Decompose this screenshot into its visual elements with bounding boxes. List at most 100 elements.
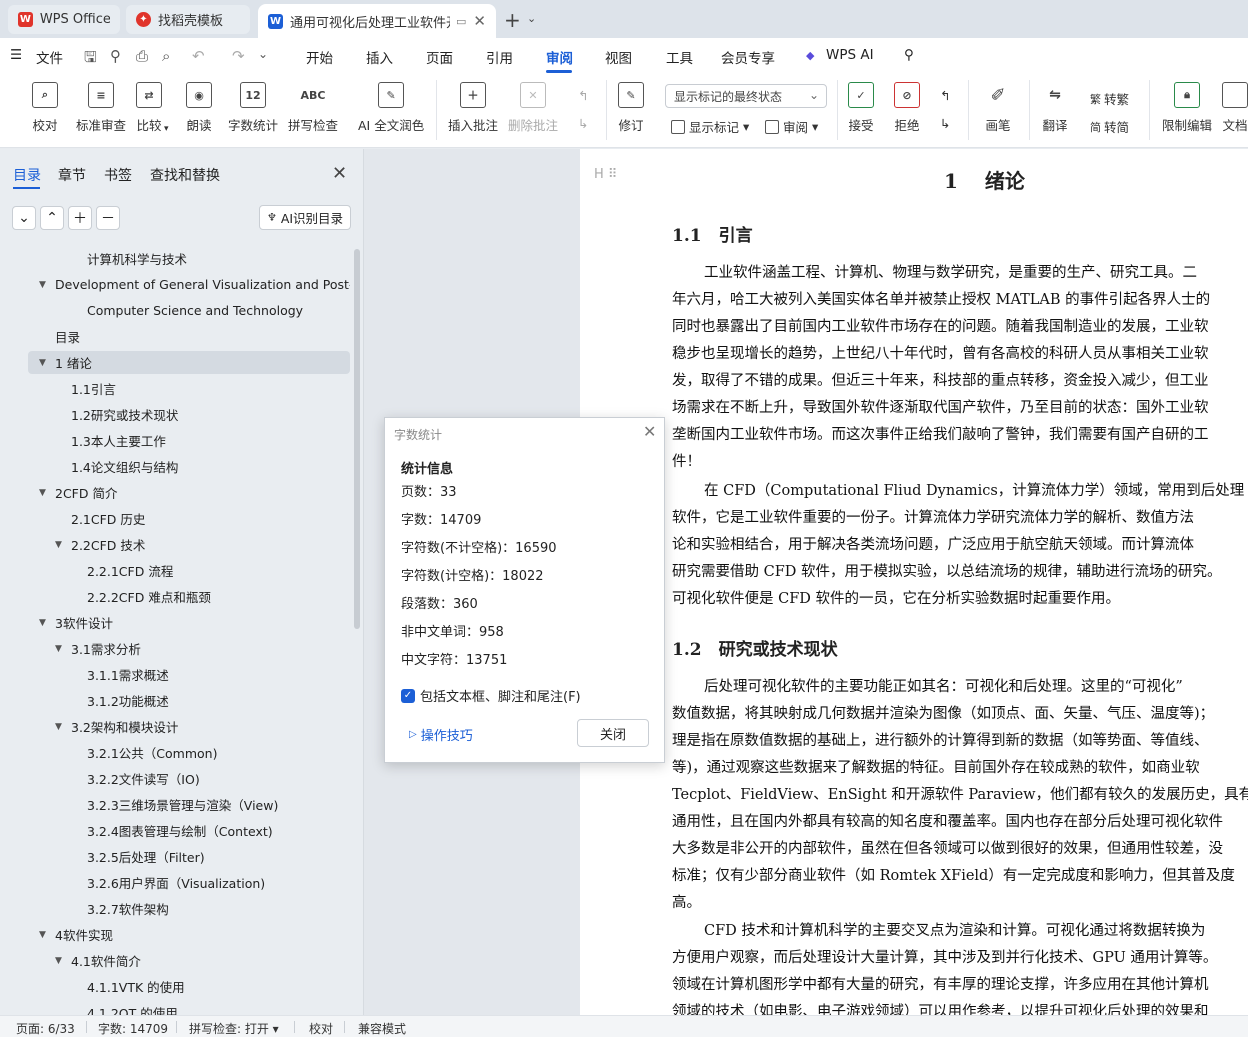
hamburger-icon[interactable]: ☰ [10, 47, 22, 63]
toc-item[interactable]: ▼ 2.2CFD 技术 [28, 533, 350, 556]
close-icon[interactable]: ✕ [643, 422, 656, 441]
toc-item[interactable]: 3.2.4图表管理与绘制（Context) [28, 819, 350, 842]
menu-membership[interactable]: 会员专享 [721, 47, 775, 67]
proofread-status[interactable]: 校对 [309, 1020, 333, 1037]
menu-file[interactable]: 文件 [36, 47, 63, 67]
collapse-all-button[interactable]: ⌄ [12, 206, 36, 230]
toc-item[interactable]: 计算机科学与技术 [28, 247, 350, 270]
nav-tab-bookmarks[interactable]: 书签 [104, 165, 132, 185]
compare-button[interactable]: ⇄ 比较 ▾ [136, 82, 169, 134]
toc-item[interactable]: 2.2.2CFD 难点和瓶颈 [28, 585, 350, 608]
toc-item[interactable]: ▼ 4软件实现 [28, 923, 350, 946]
toc-item[interactable]: 1.3本人主要工作 [28, 429, 350, 452]
menu-review[interactable]: 审阅 [546, 47, 573, 67]
document-page[interactable]: H ⠿ 1 绪论 1.1 引言 工业软件涵盖工程、计算机、物理与数学研究，是重要… [580, 149, 1248, 1015]
menu-insert[interactable]: 插入 [366, 47, 393, 67]
ai-polish-button[interactable]: ✎ AI 全文润色 [358, 82, 424, 134]
tips-link[interactable]: ▷ 操作技巧 [409, 725, 473, 744]
toc-item[interactable]: ▼ 3软件设计 [28, 611, 350, 634]
menu-view[interactable]: 视图 [605, 47, 632, 67]
expand-triangle-icon[interactable]: ▼ [39, 358, 46, 368]
toc-item[interactable]: 3.2.6用户界面（Visualization) [28, 871, 350, 894]
ai-toc-button[interactable]: ♆ AI识别目录 [259, 205, 351, 230]
remove-heading-button[interactable]: － [96, 206, 120, 230]
toc-item[interactable]: Computer Science and Technology [28, 299, 350, 322]
next-change-icon[interactable]: ↳ [940, 116, 950, 131]
to-traditional-button[interactable]: 繁转繁 [1090, 89, 1129, 108]
proofread-button[interactable]: ⌕ 校对 [32, 82, 58, 134]
brush-button[interactable]: ✐ 画笔 [985, 82, 1011, 134]
previous-comment-icon[interactable]: ↰ [578, 88, 588, 103]
new-tab-icon[interactable]: + [504, 8, 521, 32]
expand-triangle-icon[interactable]: ▼ [55, 722, 62, 732]
close-icon[interactable]: ✕ [332, 163, 347, 184]
track-changes-button[interactable]: ✎ 修订 [618, 82, 644, 134]
menu-tools[interactable]: 工具 [666, 47, 693, 67]
toc-item[interactable]: 4.1.1VTK 的使用 [28, 975, 350, 998]
toc-item[interactable]: 2.1CFD 历史 [28, 507, 350, 530]
expand-triangle-icon[interactable]: ▼ [55, 644, 62, 654]
expand-triangle-icon[interactable]: ▼ [39, 930, 46, 940]
spell-check-status[interactable]: 拼写检查: 打开 ▾ [189, 1020, 279, 1037]
menu-references[interactable]: 引用 [486, 47, 513, 67]
tab-wps-office[interactable]: W WPS Office [8, 5, 120, 34]
link-icon[interactable]: ⚲ [110, 47, 121, 65]
toc-item[interactable]: ▼ 4.1软件简介 [28, 949, 350, 972]
close-button[interactable]: 关闭 [577, 719, 649, 747]
include-textbox-checkbox[interactable]: ✓ 包括文本框、脚注和尾注(F) [401, 686, 581, 705]
toc-item[interactable]: 3.2.1公共（Common) [28, 741, 350, 764]
close-icon[interactable]: ✕ [473, 12, 486, 30]
toc-item[interactable]: 3.1.2功能概述 [28, 689, 350, 712]
restrict-editing-button[interactable]: 🔒︎ 限制编辑 [1162, 82, 1212, 134]
menu-page[interactable]: 页面 [426, 47, 453, 67]
translate-button[interactable]: ⇋ 翻译 [1042, 82, 1068, 134]
accept-button[interactable]: ✓ 接受 [848, 82, 874, 134]
nav-tab-find-replace[interactable]: 查找和替换 [150, 165, 220, 185]
toc-item[interactable]: 3.1.1需求概述 [28, 663, 350, 686]
menu-wps-ai[interactable]: WPS AI [826, 47, 874, 63]
expand-up-button[interactable]: ⌃ [40, 206, 64, 230]
toc-item[interactable]: ▼ 3.1需求分析 [28, 637, 350, 660]
expand-triangle-icon[interactable]: ▼ [55, 540, 62, 550]
scrollbar[interactable] [354, 249, 360, 629]
toc-item[interactable]: 1.1引言 [28, 377, 350, 400]
spell-check-button[interactable]: ABC 拼写检查 [288, 82, 338, 134]
toc-item[interactable]: 目录 [28, 325, 350, 348]
tab-docer[interactable]: ✦ 找稻壳模板 [126, 5, 250, 34]
print-preview-icon[interactable]: ⌕ [162, 47, 170, 65]
drag-handle-icon[interactable]: H ⠿ [594, 167, 617, 182]
search-icon[interactable]: ⚲ [904, 47, 914, 63]
delete-comment-button[interactable]: ✕ 删除批注 [508, 82, 558, 134]
expand-triangle-icon[interactable]: ▼ [39, 618, 46, 628]
read-aloud-button[interactable]: ◉ 朗读 [186, 82, 212, 134]
toc-item[interactable]: 1.2研究或技术现状 [28, 403, 350, 426]
undo-icon[interactable]: ↶ [192, 47, 205, 65]
print-icon[interactable]: ⎙ [136, 47, 148, 65]
toc-item[interactable]: ▼ 1 绪论 [28, 351, 350, 374]
insert-comment-button[interactable]: ＋插入批注 [448, 82, 498, 134]
page-indicator[interactable]: 页面: 6/33 [16, 1020, 75, 1037]
word-count-indicator[interactable]: 字数: 14709 [98, 1020, 168, 1037]
toc-item[interactable]: 1.4论文组织与结构 [28, 455, 350, 478]
to-simplified-button[interactable]: 简转简 [1090, 117, 1129, 136]
reject-button[interactable]: ⊘ 拒绝 [894, 82, 920, 134]
toc-item[interactable]: 3.2.2文件读写（IO) [28, 767, 350, 790]
toc-item[interactable]: 3.2.3三维场景管理与渲染（View) [28, 793, 350, 816]
redo-icon[interactable]: ↷ [232, 47, 245, 65]
markup-mode-select[interactable]: 显示标记的最终状态 ⌄ [665, 84, 827, 108]
toc-item[interactable]: 2.2.1CFD 流程 [28, 559, 350, 582]
chevron-down-icon[interactable]: ⌄ [527, 12, 536, 25]
review-pane-button[interactable]: 审阅 ▾ [765, 117, 818, 136]
expand-triangle-icon[interactable]: ▼ [39, 280, 46, 290]
add-heading-button[interactable]: ＋ [68, 206, 92, 230]
tab-current-document[interactable]: W 通用可视化后处理工业软件开 ▭ ✕ [258, 4, 496, 38]
previous-change-icon[interactable]: ↰ [940, 88, 950, 103]
document-rights-button[interactable]: 文档 [1222, 82, 1248, 134]
show-markup-button[interactable]: 显示标记 ▾ [671, 117, 749, 136]
menu-home[interactable]: 开始 [306, 47, 333, 67]
toc-item[interactable]: 4.1.2QT 的使用 [28, 1001, 350, 1015]
expand-triangle-icon[interactable]: ▼ [39, 488, 46, 498]
toc-item[interactable]: 3.2.7软件架构 [28, 897, 350, 920]
expand-triangle-icon[interactable]: ▼ [55, 956, 62, 966]
next-comment-icon[interactable]: ↳ [578, 116, 588, 131]
